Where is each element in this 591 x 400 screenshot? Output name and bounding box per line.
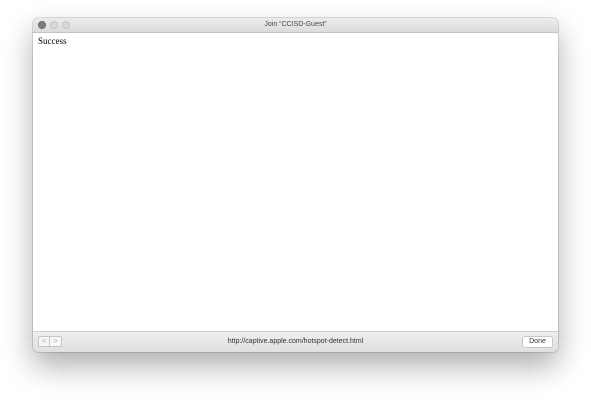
success-text: Success [38,36,67,46]
title-bar[interactable]: Join “CCISD-Guest” [33,18,558,33]
bottom-toolbar: http://captive.apple.com/hotspot-detect.… [33,331,558,352]
forward-button[interactable]: > [50,336,62,347]
chevron-right-icon: > [52,337,59,345]
window-title: Join “CCISD-Guest” [264,21,327,28]
back-button[interactable]: < [38,336,50,347]
done-button[interactable]: Done [522,336,553,348]
web-content: Success [33,33,558,331]
url-label: http://captive.apple.com/hotspot-detect.… [227,338,364,345]
chevron-left-icon: < [41,337,47,345]
captive-portal-window: Join “CCISD-Guest” Success http://captiv… [33,18,558,352]
